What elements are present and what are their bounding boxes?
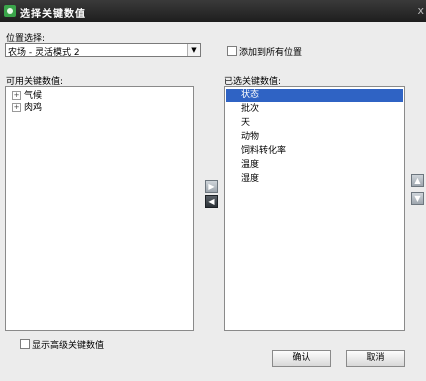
available-values-tree[interactable]: + 气候 + 肉鸡 bbox=[5, 86, 194, 331]
add-all-locations-label: 添加到所有位置 bbox=[239, 48, 303, 58]
show-advanced-checkbox[interactable] bbox=[20, 339, 30, 349]
tree-item-label: 肉鸡 bbox=[24, 103, 43, 113]
move-up-button[interactable]: ▲ bbox=[411, 174, 424, 187]
move-left-button[interactable]: ◀ bbox=[205, 195, 218, 208]
close-icon[interactable]: x bbox=[417, 4, 424, 17]
list-item[interactable]: 动物 bbox=[226, 131, 403, 144]
location-select-value: 农场 - 灵活模式 2 bbox=[8, 48, 80, 58]
cancel-button[interactable]: 取消 bbox=[346, 350, 405, 367]
app-icon bbox=[4, 5, 16, 17]
expand-icon[interactable]: + bbox=[12, 103, 21, 112]
list-item[interactable]: 饲料转化率 bbox=[226, 145, 403, 158]
move-down-button[interactable]: ▼ bbox=[411, 192, 424, 205]
chevron-down-icon[interactable]: ▼ bbox=[187, 44, 200, 56]
location-select[interactable]: 农场 - 灵活模式 2 ▼ bbox=[5, 43, 201, 58]
list-item[interactable]: 天 bbox=[226, 117, 403, 130]
show-advanced-label: 显示高级关键数值 bbox=[32, 341, 105, 351]
list-item[interactable]: 状态 bbox=[226, 89, 403, 102]
list-item[interactable]: 湿度 bbox=[226, 173, 403, 186]
expand-icon[interactable]: + bbox=[12, 91, 21, 100]
title-bar: 选择关键数值 x bbox=[0, 0, 426, 22]
selected-values-list[interactable]: 状态 批次 天 动物 饲料转化率 温度 湿度 bbox=[224, 86, 405, 331]
tree-item-broiler[interactable]: + 肉鸡 bbox=[12, 102, 42, 114]
ok-button[interactable]: 确认 bbox=[272, 350, 331, 367]
tree-item-label: 气候 bbox=[24, 91, 43, 101]
tree-item-climate[interactable]: + 气候 bbox=[12, 90, 42, 102]
window-title: 选择关键数值 bbox=[20, 9, 86, 20]
list-item[interactable]: 批次 bbox=[226, 103, 403, 116]
move-right-button[interactable]: ▶ bbox=[205, 180, 218, 193]
add-all-locations-checkbox[interactable] bbox=[227, 46, 237, 56]
list-item[interactable]: 温度 bbox=[226, 159, 403, 172]
